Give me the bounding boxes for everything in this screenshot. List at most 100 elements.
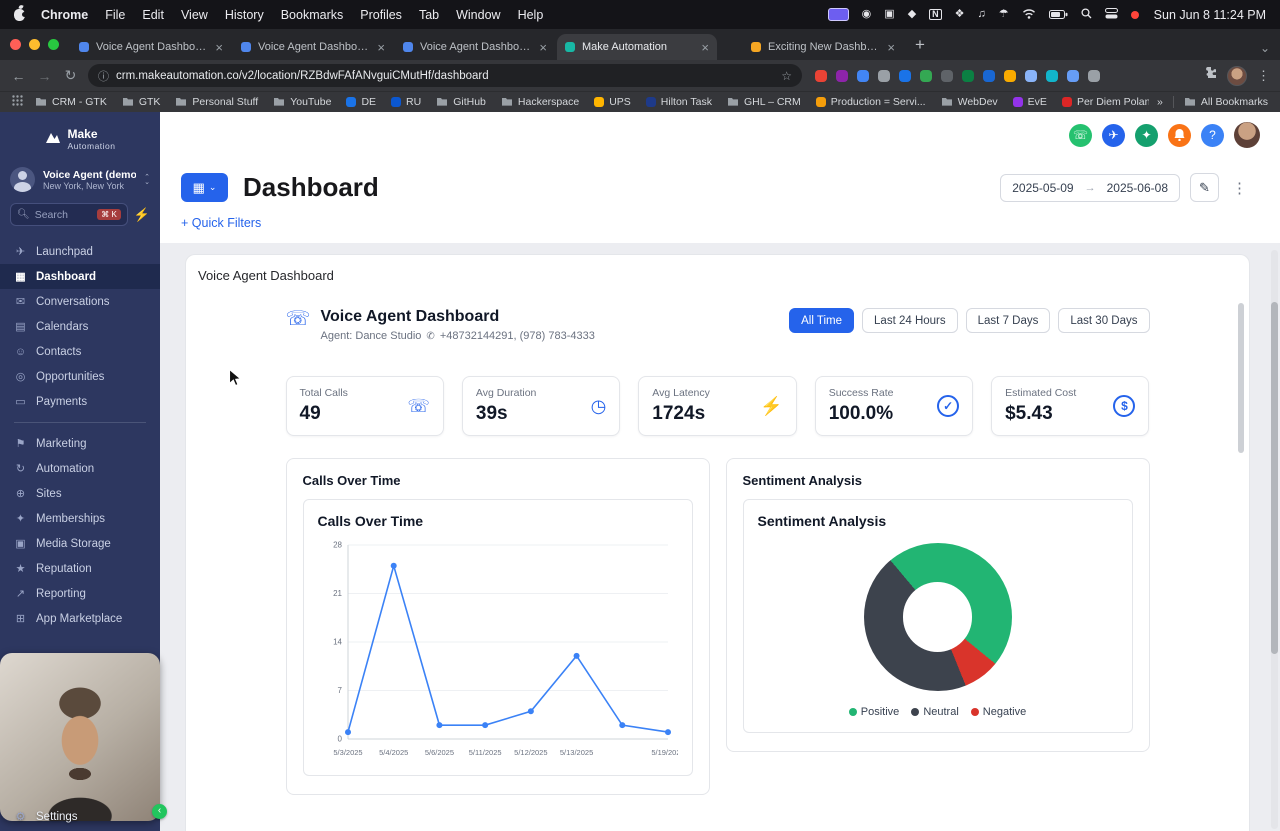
menubar-item-profiles[interactable]: Profiles bbox=[360, 8, 402, 22]
umbrella-icon[interactable]: ☂ bbox=[999, 9, 1009, 20]
page-scrollbar-thumb[interactable] bbox=[1271, 302, 1278, 654]
time-filter-last-24-hours[interactable]: Last 24 Hours bbox=[862, 308, 958, 333]
user-avatar[interactable] bbox=[1234, 122, 1260, 148]
shortcuts-icon[interactable]: ❖ bbox=[955, 9, 965, 20]
url-text[interactable]: crm.makeautomation.co/v2/location/RZBdwF… bbox=[116, 70, 774, 82]
bookmark-item[interactable]: WebDev bbox=[941, 96, 998, 108]
sidebar-item-sites[interactable]: ⊕Sites bbox=[0, 481, 160, 506]
apps-grid-icon[interactable] bbox=[12, 95, 23, 109]
notifications-bell-icon[interactable] bbox=[1168, 124, 1191, 147]
extension-icon[interactable] bbox=[836, 70, 848, 82]
tab-close-icon[interactable]: × bbox=[887, 40, 895, 55]
help-icon[interactable]: ? bbox=[1201, 124, 1224, 147]
sidebar-item-reporting[interactable]: ↗Reporting bbox=[0, 581, 160, 606]
support-call-icon[interactable]: ☏ bbox=[1069, 124, 1092, 147]
bookmark-star-icon[interactable]: ☆ bbox=[781, 69, 792, 83]
notion-icon[interactable]: N bbox=[929, 9, 942, 20]
sidebar-item-automation[interactable]: ↻Automation bbox=[0, 456, 160, 481]
time-filter-all-time[interactable]: All Time bbox=[789, 308, 854, 333]
bookmark-item[interactable]: Production = Servi... bbox=[816, 96, 926, 108]
sidebar-collapse-toggle[interactable]: ‹ bbox=[152, 804, 167, 819]
extension-icon[interactable] bbox=[1025, 70, 1037, 82]
sidebar-item-launchpad[interactable]: ✈Launchpad bbox=[0, 239, 160, 264]
menubar-item-window[interactable]: Window bbox=[456, 8, 500, 22]
all-bookmarks[interactable]: All Bookmarks bbox=[1184, 96, 1268, 108]
sidebar-item-contacts[interactable]: ☺Contacts bbox=[0, 339, 160, 364]
academy-icon[interactable]: ✦ bbox=[1135, 124, 1158, 147]
bookmark-item[interactable]: GitHub bbox=[436, 96, 486, 108]
extensions-puzzle-icon[interactable] bbox=[1203, 66, 1217, 85]
extension-icon[interactable] bbox=[815, 70, 827, 82]
sidebar-item-settings[interactable]: ⚙ Settings bbox=[0, 810, 160, 823]
browser-tab[interactable]: Make Automation× bbox=[557, 34, 717, 60]
legend-positive[interactable]: Positive bbox=[849, 706, 900, 718]
sidebar-item-opportunities[interactable]: ◎Opportunities bbox=[0, 364, 160, 389]
date-to-input[interactable]: 2025-06-08 bbox=[1096, 181, 1179, 195]
window-status-icon[interactable]: ▣ bbox=[884, 9, 894, 20]
browser-tab[interactable]: Exciting New Dashboard for× bbox=[743, 34, 903, 60]
quick-filters-link[interactable]: + Quick Filters bbox=[181, 203, 261, 243]
forward-icon[interactable]: → bbox=[36, 68, 53, 84]
bookmark-item[interactable]: GHL – CRM bbox=[727, 96, 801, 108]
page-scrollbar[interactable] bbox=[1271, 250, 1278, 829]
bookmark-item[interactable]: DE bbox=[346, 96, 376, 108]
battery-icon[interactable] bbox=[1049, 8, 1068, 22]
sidebar-item-media-storage[interactable]: ▣Media Storage bbox=[0, 531, 160, 556]
tab-close-icon[interactable]: × bbox=[377, 40, 385, 55]
extension-icon[interactable] bbox=[1088, 70, 1100, 82]
browser-tab[interactable]: Voice Agent Dashboard - Pro× bbox=[71, 34, 231, 60]
date-range-picker[interactable]: 2025-05-09 → 2025-06-08 bbox=[1000, 174, 1180, 202]
extension-icon[interactable] bbox=[899, 70, 911, 82]
bookmark-item[interactable]: CRM - GTK bbox=[35, 96, 107, 108]
bookmark-item[interactable]: UPS bbox=[594, 96, 631, 108]
card-scrollbar[interactable] bbox=[1238, 303, 1244, 453]
control-center-icon[interactable] bbox=[1105, 8, 1118, 22]
search-input[interactable]: 🔍︎ Search ⌘ K bbox=[10, 203, 128, 226]
browser-tab[interactable]: Voice Agent Dashboard - Pro× bbox=[233, 34, 393, 60]
time-filter-last-30-days[interactable]: Last 30 Days bbox=[1058, 308, 1149, 333]
back-icon[interactable]: ← bbox=[10, 68, 27, 84]
rocket-icon[interactable]: ✈ bbox=[1102, 124, 1125, 147]
extension-icon[interactable] bbox=[1067, 70, 1079, 82]
bookmark-item[interactable]: RU bbox=[391, 96, 421, 108]
address-bar[interactable]: ⓘ crm.makeautomation.co/v2/location/RZBd… bbox=[88, 64, 802, 87]
spotlight-icon[interactable] bbox=[1081, 8, 1092, 22]
legend-negative[interactable]: Negative bbox=[971, 706, 1026, 718]
close-window-button[interactable] bbox=[10, 39, 21, 50]
quick-actions-bolt-icon[interactable]: ⚡ bbox=[134, 207, 150, 223]
extension-icon[interactable] bbox=[878, 70, 890, 82]
legend-neutral[interactable]: Neutral bbox=[911, 706, 958, 718]
bookmark-item[interactable]: Hilton Task bbox=[646, 96, 712, 108]
sidebar-item-conversations[interactable]: ✉Conversations bbox=[0, 289, 160, 314]
extension-icon[interactable] bbox=[983, 70, 995, 82]
account-switcher[interactable]: Voice Agent (demo) New York, New York ⌃⌄ bbox=[0, 159, 160, 196]
menubar-item-file[interactable]: File bbox=[105, 8, 125, 22]
menubar-item-history[interactable]: History bbox=[225, 8, 264, 22]
time-filter-last-7-days[interactable]: Last 7 Days bbox=[966, 308, 1051, 333]
edit-dashboard-button[interactable]: ✎ bbox=[1190, 173, 1219, 202]
bookmark-item[interactable]: EvE bbox=[1013, 96, 1047, 108]
new-tab-button[interactable]: + bbox=[915, 35, 925, 55]
extension-icon[interactable] bbox=[962, 70, 974, 82]
menubar-item-help[interactable]: Help bbox=[518, 8, 544, 22]
bookmark-item[interactable]: Per Diem Poland bbox=[1062, 96, 1149, 108]
maximize-window-button[interactable] bbox=[48, 39, 59, 50]
tab-close-icon[interactable]: × bbox=[539, 40, 547, 55]
tab-close-icon[interactable]: × bbox=[215, 40, 223, 55]
browser-profile-avatar[interactable] bbox=[1227, 66, 1247, 86]
sidebar-item-payments[interactable]: ▭Payments bbox=[0, 389, 160, 414]
tab-close-icon[interactable]: × bbox=[701, 40, 709, 55]
date-from-input[interactable]: 2025-05-09 bbox=[1001, 181, 1084, 195]
extension-icon[interactable] bbox=[920, 70, 932, 82]
sidebar-item-app-marketplace[interactable]: ⊞App Marketplace bbox=[0, 606, 160, 631]
sidebar-item-marketing[interactable]: ⚑Marketing bbox=[0, 431, 160, 456]
extension-icon[interactable] bbox=[857, 70, 869, 82]
menubar-item-edit[interactable]: Edit bbox=[142, 8, 164, 22]
wifi-icon[interactable] bbox=[1022, 8, 1036, 22]
music-icon[interactable]: ♫ bbox=[978, 9, 986, 20]
sidebar-item-reputation[interactable]: ★Reputation bbox=[0, 556, 160, 581]
camera-status-icon[interactable]: ◉ bbox=[862, 9, 872, 20]
menubar-item-bookmarks[interactable]: Bookmarks bbox=[281, 8, 344, 22]
droplet-icon[interactable]: ◆ bbox=[908, 9, 916, 20]
bookmark-item[interactable]: YouTube bbox=[273, 96, 331, 108]
